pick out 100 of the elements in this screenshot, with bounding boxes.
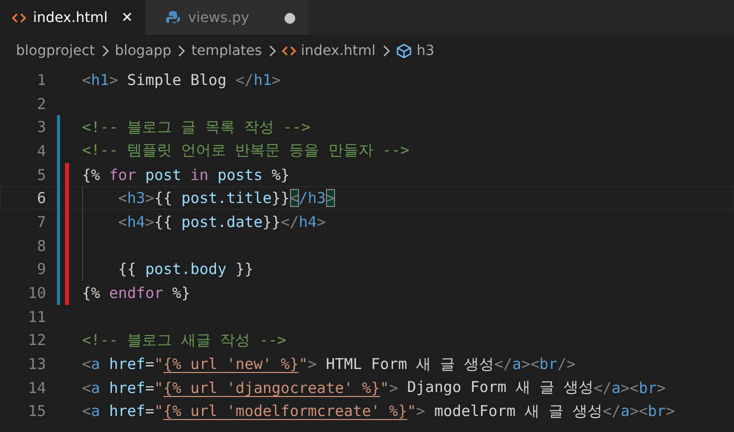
code-tag: h4 <box>298 212 317 231</box>
line-number: 7 <box>36 212 46 231</box>
breadcrumb-item[interactable]: templates <box>191 43 262 59</box>
code-punctuation: </ <box>594 378 612 397</box>
line-number: 12 <box>26 331 46 350</box>
code-tag: a <box>91 378 100 397</box>
code-punctuation: > <box>145 189 154 208</box>
line-number: 9 <box>36 260 46 278</box>
code-comment: <!-- 블로그 글 목록 작성 --> <box>82 118 310 137</box>
line-number: 10 <box>26 284 46 302</box>
chevron-right-icon <box>100 45 109 57</box>
code-punctuation: > <box>389 378 398 397</box>
code-text: HTML Form 새 글 생성 <box>324 354 494 374</box>
code-punctuation: > <box>308 355 317 374</box>
code-text: Django Form 새 글 생성 <box>406 378 594 398</box>
code-string: " <box>298 355 308 374</box>
code-punctuation: >< <box>521 355 540 374</box>
code-tag: /h3 <box>298 189 326 208</box>
code-delimiter: }} <box>262 212 281 231</box>
code-delimiter: }} <box>234 260 254 278</box>
code-keyword: endfor <box>109 284 164 302</box>
code-template-tag: {% url 'modelformcreate' %} <box>163 402 408 420</box>
code-string: " <box>407 402 416 420</box>
code-attribute: href <box>108 355 146 374</box>
code-text: = <box>145 402 154 420</box>
python-icon <box>165 10 181 26</box>
code-brackets-icon <box>282 45 296 57</box>
code-punctuation: > <box>656 378 666 397</box>
code-tag: h4 <box>127 212 146 231</box>
code-string: " <box>154 355 164 374</box>
editor-tab[interactable]: views.py ● <box>145 0 308 35</box>
code-punctuation: >< <box>630 402 648 420</box>
code-delimiter: {{ <box>154 212 174 231</box>
line-number: 5 <box>36 166 46 184</box>
code-punctuation: > <box>416 402 426 420</box>
code-punctuation: > <box>666 402 675 420</box>
breadcrumb-item[interactable]: blogapp <box>114 43 172 59</box>
line-number: 3 <box>36 118 46 136</box>
code-string: " <box>380 378 390 397</box>
code-attribute: href <box>108 378 146 397</box>
code-tag: h3 <box>127 189 146 208</box>
code-tag: h1 <box>91 70 110 89</box>
code-punctuation: < <box>118 189 128 208</box>
editor-tab[interactable]: index.html ✕ <box>0 0 145 35</box>
code-variable: post.date <box>181 212 263 231</box>
unsaved-dot: ● <box>284 10 296 26</box>
code-punctuation: < <box>82 355 92 374</box>
breadcrumb-item[interactable]: h3 <box>416 43 434 59</box>
line-number: 14 <box>26 378 46 397</box>
code-tag: a <box>620 402 630 420</box>
code-keyword: for <box>109 166 136 184</box>
code-variable: posts <box>216 166 264 184</box>
code-variable: post.body <box>145 260 226 278</box>
cube-icon <box>396 43 412 59</box>
line-number: 8 <box>36 236 46 255</box>
code-text: modelForm 새 글 생성 <box>433 402 603 421</box>
code-text: = <box>145 355 154 374</box>
code-tag: br <box>638 378 657 397</box>
code-text: Simple Blog <box>126 70 228 89</box>
breadcrumb-item[interactable]: index.html <box>300 43 376 59</box>
code-punctuation: > <box>145 212 154 231</box>
code-comment: <!-- 템플릿 언어로 반복문 등을 만들자 --> <box>82 141 410 160</box>
code-tag: a <box>91 355 100 374</box>
code-variable: post.title <box>181 189 272 208</box>
code-string: " <box>154 402 164 420</box>
line-number: 13 <box>26 355 46 374</box>
line-number: 11 <box>26 308 46 326</box>
code-punctuation: </ <box>236 70 254 89</box>
code-punctuation: >< <box>620 378 639 397</box>
code-delimiter: {% <box>82 284 102 302</box>
code-delimiter: }} <box>272 189 290 208</box>
code-delimiter: %} <box>272 166 290 184</box>
code-delimiter: {{ <box>118 260 138 278</box>
code-punctuation: < <box>82 70 92 89</box>
code-template-tag: {% url 'djangocreate' %} <box>163 378 380 397</box>
code-variable: post <box>144 166 182 184</box>
code-keyword: in <box>190 166 208 184</box>
chevron-right-icon <box>177 45 186 57</box>
code-punctuation: < <box>82 378 92 397</box>
code-delimiter: %} <box>171 284 190 302</box>
breadcrumb-item[interactable]: blogproject <box>16 43 95 59</box>
line-number: 4 <box>36 142 46 160</box>
code-punctuation: < <box>118 212 128 231</box>
bracket-match: < <box>290 189 299 208</box>
code-punctuation: </ <box>280 212 299 231</box>
code-delimiter: {% <box>82 166 102 184</box>
line-number: 15 <box>26 402 46 420</box>
chevron-right-icon <box>382 45 390 57</box>
code-tag: a <box>512 355 522 374</box>
code-text: = <box>145 378 154 397</box>
code-punctuation: < <box>82 402 92 420</box>
code-tag: br <box>539 355 558 374</box>
close-icon[interactable]: ✕ <box>121 10 133 26</box>
code-tag: a <box>91 402 100 420</box>
code-string: " <box>154 378 164 397</box>
code-delimiter: {{ <box>154 189 174 208</box>
code-attribute: href <box>108 402 146 420</box>
code-punctuation: </ <box>602 402 621 420</box>
code-punctuation: > <box>109 70 118 89</box>
code-punctuation: /> <box>557 355 576 374</box>
